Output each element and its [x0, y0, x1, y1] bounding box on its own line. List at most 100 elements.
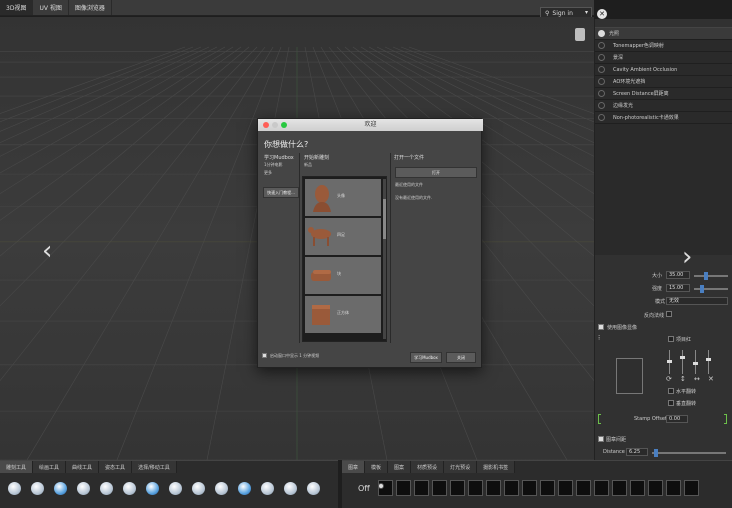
stamp-thumbnail[interactable] [612, 480, 627, 496]
stamp-thumbnail[interactable] [666, 480, 681, 496]
strength-slider[interactable] [694, 285, 728, 293]
tab-sculpt-tools[interactable]: 雕刻工具 [0, 461, 34, 473]
list-item[interactable]: 光照 [595, 28, 732, 40]
smooth-tool-icon[interactable] [31, 482, 44, 495]
learn-more[interactable]: 更多 [264, 170, 294, 178]
scene-item-head[interactable]: 头像 [305, 179, 381, 216]
tab-stencils[interactable]: 模板 [365, 461, 389, 473]
grab-tool-icon[interactable] [77, 482, 90, 495]
stamp-thumbnail[interactable] [432, 480, 447, 496]
project-label: 项目红 [676, 337, 692, 343]
stamp-thumbnail[interactable] [648, 480, 663, 496]
list-item[interactable]: 边缘发光 [595, 100, 732, 112]
scene-item-quadruped[interactable]: 四足 [305, 218, 381, 255]
spray-tool-icon[interactable] [169, 482, 182, 495]
mode-select[interactable]: 无效 [666, 297, 728, 305]
relax-tool-icon[interactable] [54, 482, 67, 495]
repeat-tool-icon[interactable] [192, 482, 205, 495]
link-icon[interactable]: ⁝ [598, 334, 600, 342]
stamp-thumbnail[interactable] [468, 480, 483, 496]
list-item[interactable]: Screen Distance屏距离 [595, 88, 732, 100]
chevron-left-icon[interactable]: ‹ [42, 236, 52, 266]
tab-pose-tools[interactable]: 姿态工具 [99, 461, 133, 473]
scene-item-block[interactable]: 块 [305, 257, 381, 294]
flip-horizontal-icon[interactable]: ↔ [694, 375, 700, 383]
stamp-offset-field[interactable]: 0.00 [666, 415, 688, 423]
stamp-thumbnail[interactable] [594, 480, 609, 496]
flip-h-checkbox[interactable] [668, 388, 674, 394]
size-field[interactable]: 35.00 [666, 271, 690, 279]
fill-tool-icon[interactable] [284, 482, 297, 495]
stamp-thumbnail[interactable] [486, 480, 501, 496]
maximize-window-button[interactable] [281, 122, 287, 128]
close-window-button[interactable] [263, 122, 269, 128]
show-video-checkbox[interactable] [262, 353, 267, 358]
strength-label: 强度 [652, 286, 663, 292]
tab-patterns[interactable]: 图案 [388, 461, 412, 473]
use-image-checkbox[interactable] [598, 324, 604, 330]
foamy-tool-icon[interactable] [146, 482, 159, 495]
stamp-thumbnail[interactable] [504, 480, 519, 496]
stamp-thumbnail[interactable] [396, 480, 411, 496]
pinch-tool-icon[interactable] [100, 482, 113, 495]
quick-start-button[interactable]: 快速入门教程... [263, 187, 299, 198]
bracket-left-icon [598, 414, 601, 424]
tab-material-presets[interactable]: 材质预设 [411, 461, 445, 473]
sculpt-tool-icon[interactable] [8, 482, 21, 495]
project-checkbox[interactable] [668, 336, 674, 342]
stamp-thumbnail[interactable] [450, 480, 465, 496]
flip-icon[interactable]: ↕ [680, 375, 686, 383]
stamp-off-label[interactable]: Off [358, 484, 370, 493]
dialog-title: 欢迎 [364, 121, 377, 128]
list-item[interactable]: Non-photorealistic卡通效果 [595, 112, 732, 124]
stamp-thumbnail[interactable] [540, 480, 555, 496]
list-item[interactable]: AO环境光遮挡 [595, 76, 732, 88]
clear-icon[interactable]: ✕ [708, 375, 714, 383]
tab-camera-bookmarks[interactable]: 摄影机书签 [477, 461, 516, 473]
minimize-window-button[interactable] [272, 122, 278, 128]
open-file-title: 打开一个文件 [394, 155, 425, 161]
flip-v-checkbox[interactable] [668, 400, 674, 406]
scrape-tool-icon[interactable] [261, 482, 274, 495]
stamp-thumbnail[interactable] [378, 483, 384, 489]
stamp-thumbnail[interactable] [414, 480, 429, 496]
stamp-preview-swatch[interactable] [616, 358, 643, 394]
learn-mudbox-button[interactable]: 学习Mudbox [410, 352, 442, 363]
stamp-thumbnail[interactable] [630, 480, 645, 496]
tab-light-presets[interactable]: 灯光预设 [444, 461, 478, 473]
scene-item-cube[interactable]: 正方体 [305, 296, 381, 333]
tab-uv-view[interactable]: UV 视图 [33, 0, 69, 15]
stamp-thumbnail[interactable] [558, 480, 573, 496]
stamp-thumbnail[interactable] [576, 480, 591, 496]
tab-paint-tools[interactable]: 绘画工具 [33, 461, 67, 473]
tab-curve-tools[interactable]: 曲线工具 [66, 461, 100, 473]
rotate-icon[interactable]: ⟳ [666, 375, 672, 383]
wax-tool-icon[interactable] [238, 482, 251, 495]
strength-field[interactable]: 15.00 [666, 284, 690, 292]
close-icon[interactable]: ✕ [597, 9, 607, 19]
distance-field[interactable]: 6.25 [626, 448, 648, 456]
tab-stamps[interactable]: 图章 [342, 461, 366, 473]
reflect-normal-checkbox[interactable] [666, 311, 672, 317]
tab-image-browser[interactable]: 图像浏览器 [69, 0, 112, 15]
tab-3d-view[interactable]: 3D视图 [0, 0, 34, 15]
distance-slider[interactable] [652, 449, 726, 457]
list-item[interactable]: Cavity Ambient Occlusion [595, 64, 732, 76]
knife-tool-icon[interactable] [307, 482, 320, 495]
tab-select-move-tools[interactable]: 选择/移动工具 [132, 461, 177, 473]
imprint-tool-icon[interactable] [215, 482, 228, 495]
scene-list-scrollbar[interactable] [383, 179, 386, 339]
open-file-button[interactable]: 打开 [395, 167, 477, 178]
block-thumbnail-icon [311, 270, 331, 281]
learn-subtitle: 1分钟电影 [264, 162, 283, 167]
list-item[interactable]: Tonemapper色调映射 [595, 40, 732, 52]
view-cube-icon[interactable] [575, 28, 585, 41]
close-dialog-button[interactable]: 关闭 [446, 352, 476, 363]
list-item[interactable]: 景深 [595, 52, 732, 64]
flatten-tool-icon[interactable] [123, 482, 136, 495]
size-slider[interactable] [694, 272, 728, 280]
stamp-thumbnail[interactable] [684, 480, 699, 496]
chevron-right-icon[interactable]: › [682, 242, 692, 272]
stamp-thumbnail[interactable] [522, 480, 537, 496]
stamp-spacing-checkbox[interactable] [598, 436, 604, 442]
